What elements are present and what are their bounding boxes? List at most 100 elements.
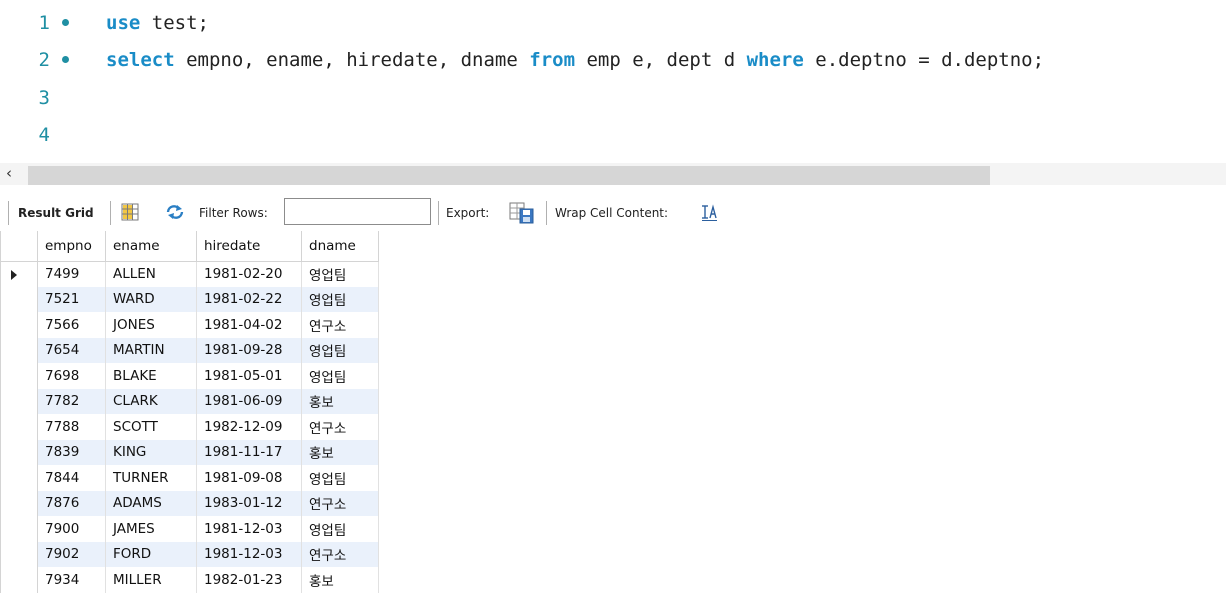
cell-dname[interactable]: 홍보 (301, 567, 379, 593)
editor-line[interactable]: 2 select empno, ename, hiredate, dname fr… (0, 47, 1226, 73)
table-row[interactable]: 7499 ALLEN 1981-02-20 영업팀 (0, 261, 379, 287)
code-text[interactable]: use test; (106, 10, 209, 36)
table-row[interactable]: 7839 KING 1981-11-17 홍보 (0, 439, 379, 465)
table-row[interactable]: 7566 JONES 1981-04-02 연구소 (0, 312, 379, 338)
cell-ename[interactable]: WARD (105, 286, 197, 312)
cell-empno[interactable]: 7902 (37, 541, 106, 567)
table-row[interactable]: 7521 WARD 1981-02-22 영업팀 (0, 286, 379, 312)
cell-dname[interactable]: 영업팀 (301, 465, 379, 491)
table-row[interactable]: 7654 MARTIN 1981-09-28 영업팀 (0, 337, 379, 363)
cell-ename[interactable]: BLAKE (105, 363, 197, 389)
code-text[interactable]: select empno, ename, hiredate, dname fro… (106, 47, 1044, 73)
cell-ename[interactable]: JONES (105, 312, 197, 338)
cell-empno[interactable]: 7521 (37, 286, 106, 312)
cell-dname[interactable]: 영업팀 (301, 337, 379, 363)
column-header-ename[interactable]: ename (105, 231, 197, 262)
cell-hiredate[interactable]: 1981-02-22 (196, 286, 302, 312)
export-icon[interactable] (508, 201, 536, 228)
cell-hiredate[interactable]: 1981-09-08 (196, 465, 302, 491)
cell-ename[interactable]: TURNER (105, 465, 197, 491)
row-indicator[interactable] (0, 261, 38, 287)
cell-empno[interactable]: 7566 (37, 312, 106, 338)
cell-ename[interactable]: ALLEN (105, 261, 197, 287)
cell-hiredate[interactable]: 1981-02-20 (196, 261, 302, 287)
result-grid-tab[interactable]: Result Grid (18, 206, 94, 220)
cell-hiredate[interactable]: 1981-12-03 (196, 516, 302, 542)
cell-empno[interactable]: 7844 (37, 465, 106, 491)
row-indicator[interactable] (0, 337, 38, 363)
cell-empno[interactable]: 7876 (37, 490, 106, 516)
cell-dname[interactable]: 연구소 (301, 490, 379, 516)
cell-hiredate[interactable]: 1982-12-09 (196, 414, 302, 440)
cell-empno[interactable]: 7654 (37, 337, 106, 363)
cell-hiredate[interactable]: 1981-09-28 (196, 337, 302, 363)
cell-hiredate[interactable]: 1982-01-23 (196, 567, 302, 593)
cell-empno[interactable]: 7499 (37, 261, 106, 287)
cell-ename[interactable]: CLARK (105, 388, 197, 414)
cell-dname[interactable]: 영업팀 (301, 286, 379, 312)
cell-ename[interactable]: ADAMS (105, 490, 197, 516)
cell-ename[interactable]: JAMES (105, 516, 197, 542)
wrap-cell-icon[interactable] (700, 204, 720, 225)
editor-line[interactable]: 4 (0, 122, 1226, 148)
row-indicator[interactable] (0, 388, 38, 414)
scroll-left-arrow-icon[interactable]: ‹ (6, 164, 12, 182)
table-row[interactable]: 7788 SCOTT 1982-12-09 연구소 (0, 414, 379, 440)
cell-ename[interactable]: MARTIN (105, 337, 197, 363)
column-header-dname[interactable]: dname (301, 231, 379, 262)
row-indicator[interactable] (0, 312, 38, 338)
cell-empno[interactable]: 7934 (37, 567, 106, 593)
cell-ename[interactable]: KING (105, 439, 197, 465)
cell-dname[interactable]: 영업팀 (301, 363, 379, 389)
refresh-icon[interactable] (164, 203, 186, 224)
cell-dname[interactable]: 홍보 (301, 388, 379, 414)
table-row[interactable]: 7902 FORD 1981-12-03 연구소 (0, 541, 379, 567)
table-row[interactable]: 7934 MILLER 1982-01-23 홍보 (0, 567, 379, 593)
cell-empno[interactable]: 7900 (37, 516, 106, 542)
sql-editor[interactable]: 1 use test; 2 select empno, ename, hiredate… (0, 0, 1226, 160)
row-indicator[interactable] (0, 286, 38, 312)
cell-hiredate[interactable]: 1981-11-17 (196, 439, 302, 465)
cell-hiredate[interactable]: 1981-05-01 (196, 363, 302, 389)
cell-hiredate[interactable]: 1981-12-03 (196, 541, 302, 567)
scrollbar-thumb[interactable] (28, 166, 990, 185)
cell-ename[interactable]: SCOTT (105, 414, 197, 440)
column-header-hiredate[interactable]: hiredate (196, 231, 302, 262)
row-indicator[interactable] (0, 516, 38, 542)
row-indicator[interactable] (0, 439, 38, 465)
row-indicator[interactable] (0, 541, 38, 567)
cell-dname[interactable]: 연구소 (301, 414, 379, 440)
table-row[interactable]: 7900 JAMES 1981-12-03 영업팀 (0, 516, 379, 542)
cell-ename[interactable]: FORD (105, 541, 197, 567)
row-indicator[interactable] (0, 465, 38, 491)
editor-line[interactable]: 3 (0, 85, 1226, 111)
cell-empno[interactable]: 7788 (37, 414, 106, 440)
cell-empno[interactable]: 7698 (37, 363, 106, 389)
editor-horizontal-scrollbar[interactable]: ‹ (0, 163, 1226, 185)
row-indicator[interactable] (0, 414, 38, 440)
table-row[interactable]: 7844 TURNER 1981-09-08 영업팀 (0, 465, 379, 491)
cell-dname[interactable]: 영업팀 (301, 516, 379, 542)
filter-rows-input[interactable] (284, 198, 431, 225)
cell-hiredate[interactable]: 1983-01-12 (196, 490, 302, 516)
row-indicator[interactable] (0, 363, 38, 389)
cell-dname[interactable]: 홍보 (301, 439, 379, 465)
cell-dname[interactable]: 연구소 (301, 312, 379, 338)
cell-dname[interactable]: 영업팀 (301, 261, 379, 287)
column-header-empno[interactable]: empno (37, 231, 106, 262)
table-row[interactable]: 7876 ADAMS 1983-01-12 연구소 (0, 490, 379, 516)
grid-layout-icon[interactable] (121, 203, 139, 224)
table-row[interactable]: 7698 BLAKE 1981-05-01 영업팀 (0, 363, 379, 389)
cell-hiredate[interactable]: 1981-04-02 (196, 312, 302, 338)
cell-empno[interactable]: 7782 (37, 388, 106, 414)
row-indicator[interactable] (0, 567, 38, 593)
editor-line[interactable]: 1 use test; (0, 10, 1226, 36)
cell-ename[interactable]: MILLER (105, 567, 197, 593)
cell-dname[interactable]: 연구소 (301, 541, 379, 567)
cell-hiredate[interactable]: 1981-06-09 (196, 388, 302, 414)
sql-keyword: from (529, 49, 576, 71)
statement-marker-icon (62, 56, 69, 63)
row-indicator[interactable] (0, 490, 38, 516)
cell-empno[interactable]: 7839 (37, 439, 106, 465)
table-row[interactable]: 7782 CLARK 1981-06-09 홍보 (0, 388, 379, 414)
